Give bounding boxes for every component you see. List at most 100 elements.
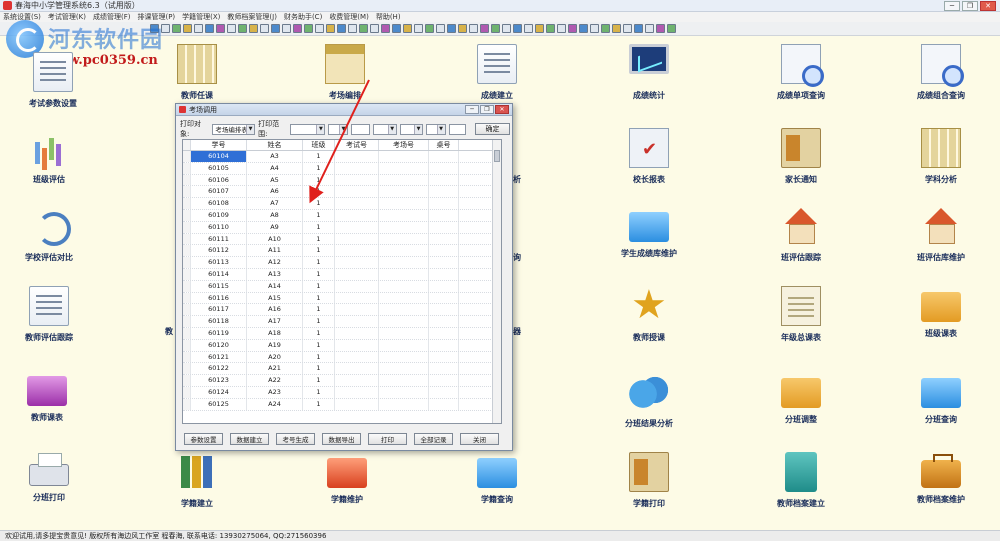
class-cell[interactable]: 1 bbox=[303, 304, 335, 316]
tile-enrollment-maintain[interactable]: 学籍维护 bbox=[292, 452, 402, 505]
toolbar-button[interactable] bbox=[326, 24, 335, 33]
row-indicator[interactable] bbox=[183, 363, 191, 375]
class-cell[interactable]: 1 bbox=[303, 327, 335, 339]
student-id-cell[interactable]: 60124 bbox=[191, 386, 247, 398]
menu-teacher-archive[interactable]: 教师档案管理(J) bbox=[227, 12, 277, 22]
class-cell[interactable]: 1 bbox=[303, 257, 335, 268]
table-row[interactable]: 60120 A19 1 bbox=[183, 339, 501, 352]
toolbar-button[interactable] bbox=[469, 24, 478, 33]
student-id-cell[interactable]: 60114 bbox=[191, 268, 247, 280]
exam-number-cell[interactable] bbox=[335, 327, 379, 339]
tile-school-eval-compare[interactable]: 学校评估对比 bbox=[0, 206, 104, 263]
toolbar-button[interactable] bbox=[502, 24, 511, 33]
toolbar-button[interactable] bbox=[238, 24, 247, 33]
name-cell[interactable]: A22 bbox=[247, 375, 303, 386]
desk-number-cell[interactable] bbox=[429, 398, 459, 410]
name-cell[interactable]: A11 bbox=[247, 245, 303, 257]
column-header[interactable]: 考试号 bbox=[335, 140, 379, 150]
table-row[interactable]: 60119 A18 1 bbox=[183, 327, 501, 340]
tile-class-print[interactable]: 分班打印 bbox=[0, 452, 104, 503]
student-id-cell[interactable]: 60107 bbox=[191, 186, 247, 198]
tile-class-evaluation[interactable]: 班级评估 bbox=[0, 128, 104, 185]
toolbar-button[interactable] bbox=[568, 24, 577, 33]
class-cell[interactable]: 1 bbox=[303, 162, 335, 174]
class-cell[interactable]: 1 bbox=[303, 398, 335, 410]
room-number-cell[interactable] bbox=[379, 151, 429, 162]
desk-number-cell[interactable] bbox=[429, 174, 459, 186]
tile-class-division-analysis[interactable]: 分班结果分析 bbox=[594, 372, 704, 429]
tile-teacher-archive-create[interactable]: 教师档案建立 bbox=[746, 452, 856, 509]
exam-number-cell[interactable] bbox=[335, 233, 379, 245]
exam-number-cell[interactable] bbox=[335, 257, 379, 268]
table-row[interactable]: 60122 A21 1 bbox=[183, 363, 501, 376]
room-number-cell[interactable] bbox=[379, 375, 429, 386]
student-id-cell[interactable]: 60122 bbox=[191, 363, 247, 375]
student-id-cell[interactable]: 60112 bbox=[191, 245, 247, 257]
toolbar-button[interactable] bbox=[425, 24, 434, 33]
row-indicator[interactable] bbox=[183, 245, 191, 257]
tile-subject-analysis[interactable]: 学科分析 bbox=[886, 128, 996, 185]
table-row[interactable]: 60111 A10 1 bbox=[183, 233, 501, 246]
data-create-button[interactable]: 数据建立 bbox=[230, 433, 269, 445]
desk-number-cell[interactable] bbox=[429, 221, 459, 233]
name-cell[interactable]: A14 bbox=[247, 280, 303, 292]
name-cell[interactable]: A4 bbox=[247, 162, 303, 174]
room-number-cell[interactable] bbox=[379, 245, 429, 257]
menu-finance[interactable]: 财务助手(C) bbox=[284, 12, 322, 22]
student-id-cell[interactable]: 60110 bbox=[191, 221, 247, 233]
tile-class-timetable[interactable]: 班级课表 bbox=[886, 286, 996, 339]
room-number-cell[interactable] bbox=[379, 351, 429, 363]
all-records-button[interactable]: 全部记录 bbox=[414, 433, 453, 445]
desk-number-cell[interactable] bbox=[429, 186, 459, 198]
class-cell[interactable]: 1 bbox=[303, 233, 335, 245]
toolbar-button[interactable] bbox=[392, 24, 401, 33]
room-number-cell[interactable] bbox=[379, 304, 429, 316]
class-cell[interactable]: 1 bbox=[303, 316, 335, 327]
tile-score-combined-query[interactable]: 成绩组合查询 bbox=[886, 44, 996, 101]
student-id-cell[interactable]: 60105 bbox=[191, 162, 247, 174]
desk-number-cell[interactable] bbox=[429, 198, 459, 209]
dialog-minimize-button[interactable]: ─ bbox=[465, 105, 479, 114]
range-select-3[interactable]: ▼ bbox=[373, 123, 397, 135]
row-indicator[interactable] bbox=[183, 209, 191, 221]
row-indicator[interactable] bbox=[183, 316, 191, 327]
exam-number-cell[interactable] bbox=[335, 339, 379, 351]
class-cell[interactable]: 1 bbox=[303, 339, 335, 351]
name-cell[interactable]: A5 bbox=[247, 174, 303, 186]
room-number-cell[interactable] bbox=[379, 162, 429, 174]
table-row[interactable]: 60106 A5 1 bbox=[183, 174, 501, 187]
toolbar-button[interactable] bbox=[403, 24, 412, 33]
toolbar-button[interactable] bbox=[535, 24, 544, 33]
tile-enrollment-print[interactable]: 学籍打印 bbox=[594, 452, 704, 509]
table-row[interactable]: 60125 A24 1 bbox=[183, 398, 501, 411]
tile-teacher-eval-tracking[interactable]: 教师评估跟踪 bbox=[0, 286, 104, 343]
class-cell[interactable]: 1 bbox=[303, 268, 335, 280]
room-number-cell[interactable] bbox=[379, 280, 429, 292]
row-indicator[interactable] bbox=[183, 280, 191, 292]
column-header[interactable]: 班级 bbox=[303, 140, 335, 150]
room-number-cell[interactable] bbox=[379, 221, 429, 233]
row-indicator[interactable] bbox=[183, 221, 191, 233]
table-row[interactable]: 60107 A6 1 bbox=[183, 186, 501, 199]
class-cell[interactable]: 1 bbox=[303, 221, 335, 233]
room-number-cell[interactable] bbox=[379, 386, 429, 398]
student-id-cell[interactable]: 60108 bbox=[191, 198, 247, 209]
toolbar-button[interactable] bbox=[590, 24, 599, 33]
class-cell[interactable]: 1 bbox=[303, 198, 335, 209]
exam-number-cell[interactable] bbox=[335, 375, 379, 386]
row-indicator[interactable] bbox=[183, 162, 191, 174]
name-cell[interactable]: A24 bbox=[247, 398, 303, 410]
name-cell[interactable]: A10 bbox=[247, 233, 303, 245]
room-number-cell[interactable] bbox=[379, 398, 429, 410]
class-cell[interactable]: 1 bbox=[303, 375, 335, 386]
range-select-4[interactable]: ▼ bbox=[399, 123, 424, 135]
class-cell[interactable]: 1 bbox=[303, 280, 335, 292]
student-id-cell[interactable]: 60119 bbox=[191, 327, 247, 339]
toolbar-button[interactable] bbox=[634, 24, 643, 33]
toolbar-button[interactable] bbox=[216, 24, 225, 33]
name-cell[interactable]: A19 bbox=[247, 339, 303, 351]
name-cell[interactable]: A7 bbox=[247, 198, 303, 209]
confirm-button[interactable]: 确定 bbox=[475, 123, 510, 135]
close-button[interactable]: ✕ bbox=[980, 1, 996, 11]
row-indicator[interactable] bbox=[183, 375, 191, 386]
